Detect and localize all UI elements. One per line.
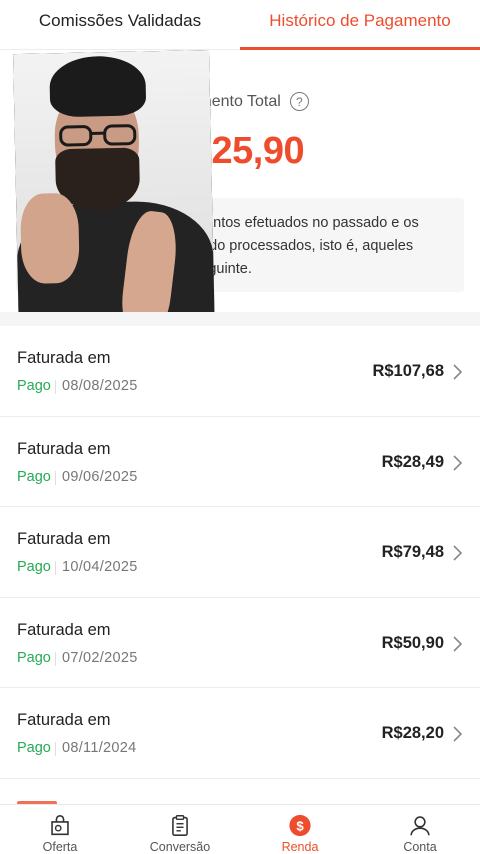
clipboard-icon (172, 815, 188, 837)
payment-amount: R$50,90 (381, 633, 444, 652)
info-text-line-3: seguinte. (193, 261, 252, 277)
payment-row[interactable]: Faturada em Pago 10/04/2025 R$79,48 (0, 507, 480, 598)
payment-amount: R$28,20 (381, 724, 444, 742)
payment-row[interactable]: Faturada em Pago 08/11/2024 R$28,20 (0, 688, 480, 779)
payment-row[interactable]: Faturada em Pago 08/08/2025 R$107,68 (0, 326, 480, 417)
payment-date: 10/04/2025 (62, 559, 138, 575)
tab-comissoes-validadas[interactable]: Comissões Validadas (0, 0, 240, 49)
bottom-navigation: Oferta Conversão $ Renda Conta (0, 804, 480, 854)
payment-status: Pago (17, 378, 51, 394)
nav-label: Conta (403, 840, 437, 854)
payment-history-list: Faturada em Pago 08/08/2025 R$107,68 Fat… (0, 326, 480, 807)
payment-title: Faturada em (17, 711, 111, 729)
status-separator (55, 470, 56, 485)
payment-amount: R$107,68 (372, 362, 444, 380)
presenter-hand-left (19, 192, 80, 284)
info-text-line-1: mentos efetuados no passado e os (193, 215, 419, 231)
presenter-hair (49, 55, 147, 118)
offer-bag-icon (51, 814, 69, 836)
payment-date: 08/08/2025 (62, 378, 138, 394)
status-separator (55, 651, 56, 666)
payment-title: Faturada em (17, 439, 111, 458)
nav-conversao[interactable]: Conversão (120, 805, 240, 854)
payment-status: Pago (17, 740, 51, 756)
presenter-glasses (59, 124, 137, 147)
question-help-icon[interactable]: ? (289, 92, 309, 111)
status-separator (55, 380, 56, 394)
payment-row-partial[interactable] (0, 778, 480, 807)
status-separator (55, 561, 56, 575)
presenter-video-overlay[interactable] (13, 49, 215, 341)
payment-amount: R$28,49 (381, 452, 444, 471)
chevron-right-icon (453, 726, 463, 742)
nav-label: Oferta (42, 840, 78, 854)
payment-date: 07/02/2025 (62, 649, 138, 666)
tab-historico-pagamento[interactable]: Histórico de Pagamento (240, 0, 480, 50)
dollar-circle-icon: $ (289, 814, 311, 837)
status-separator (55, 742, 56, 756)
svg-text:$: $ (296, 818, 304, 833)
user-icon (410, 816, 430, 836)
payment-amount: R$79,48 (381, 543, 444, 561)
payment-status: Pago (17, 468, 51, 485)
chevron-right-icon (453, 545, 463, 561)
nav-conta[interactable]: Conta (360, 805, 480, 854)
payment-status: Pago (17, 559, 51, 575)
payment-title: Faturada em (17, 349, 111, 367)
chevron-right-icon (453, 454, 463, 471)
payment-row[interactable]: Faturada em Pago 07/02/2025 R$50,90 (0, 597, 480, 688)
payment-title: Faturada em (17, 530, 111, 548)
payment-date: 09/06/2025 (62, 468, 138, 485)
section-divider (0, 312, 480, 326)
payment-title: Faturada em (17, 620, 111, 639)
nav-renda[interactable]: $ Renda (240, 805, 360, 854)
nav-oferta[interactable]: Oferta (0, 805, 120, 854)
info-text-line-2: endo processados, isto é, aqueles (193, 238, 414, 254)
nav-label: Conversão (149, 840, 211, 854)
payment-date: 08/11/2024 (62, 740, 137, 756)
payment-row[interactable]: Faturada em Pago 09/06/2025 R$28,49 (0, 416, 480, 507)
payment-status: Pago (17, 649, 51, 666)
chevron-right-icon (453, 635, 463, 652)
nav-label: Renda (281, 840, 319, 854)
tab-bar: Comissões Validadas Histórico de Pagamen… (0, 0, 480, 50)
chevron-right-icon (453, 364, 463, 380)
